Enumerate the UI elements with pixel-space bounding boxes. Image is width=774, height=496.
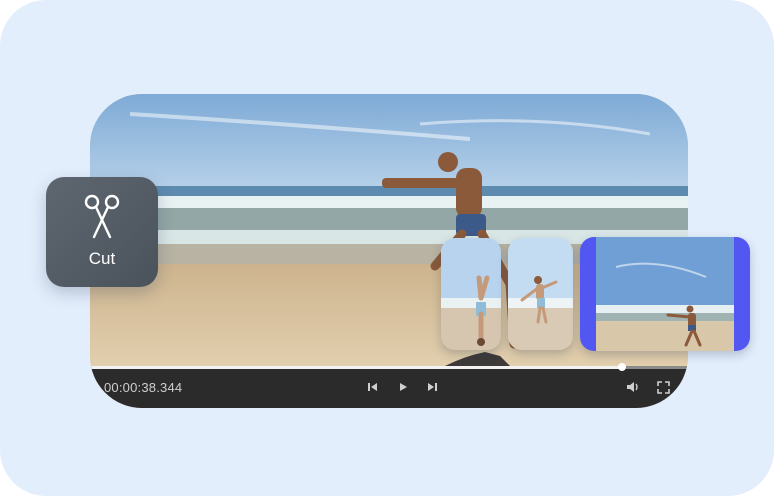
control-bar: 00:00:38.344 bbox=[90, 363, 688, 408]
clip-thumbnail-2[interactable] bbox=[508, 238, 573, 350]
volume-icon[interactable] bbox=[625, 379, 641, 395]
next-frame-icon[interactable] bbox=[424, 379, 440, 395]
scissors-icon bbox=[84, 194, 120, 239]
previous-frame-icon[interactable] bbox=[365, 379, 381, 395]
cut-button[interactable]: Cut bbox=[46, 177, 158, 287]
clip-beach-wide-image bbox=[596, 237, 734, 351]
clip-thumbnail-3-selected[interactable] bbox=[580, 237, 750, 351]
fullscreen-icon[interactable] bbox=[655, 379, 671, 395]
progress-fill bbox=[90, 366, 623, 369]
progress-handle[interactable] bbox=[618, 363, 627, 371]
clip-handstand-image bbox=[441, 238, 501, 350]
clip-preview bbox=[596, 237, 734, 351]
cut-label: Cut bbox=[88, 249, 116, 268]
timecode: 00:00:38.344 bbox=[104, 380, 183, 395]
play-icon[interactable] bbox=[395, 379, 411, 395]
progress-bar[interactable] bbox=[90, 363, 688, 371]
clip-thumbnail-1[interactable] bbox=[441, 238, 501, 350]
clip-jump-image bbox=[508, 238, 573, 350]
